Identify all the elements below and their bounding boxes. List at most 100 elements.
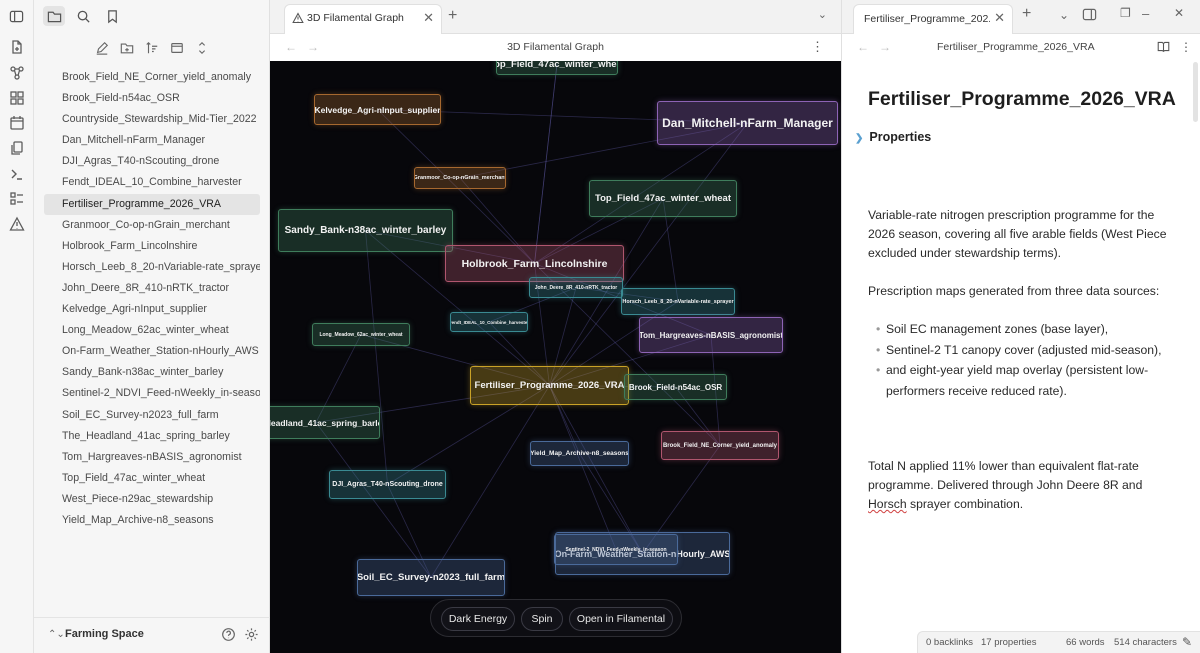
file-item[interactable]: The_Headland_41ac_spring_barley: [44, 426, 260, 447]
canvas-icon[interactable]: [9, 90, 25, 106]
edit-pencil-icon[interactable]: ✎: [1182, 635, 1192, 649]
left-ribbon: [0, 0, 34, 653]
file-item[interactable]: Long_Meadow_62ac_winter_wheat: [44, 320, 260, 341]
file-item[interactable]: West_Piece-n29ac_stewardship: [44, 489, 260, 510]
graph-node[interactable]: Top_Field_47ac_winter_wheat: [496, 61, 618, 75]
file-item[interactable]: John_Deere_8R_410-nRTK_tractor: [44, 278, 260, 299]
bookmark-icon[interactable]: [101, 6, 123, 26]
graph-node[interactable]: Horsch_Leeb_8_20-nVariable-rate_sprayer: [621, 288, 735, 315]
vault-switcher: ⌃⌄ Farming Space: [34, 617, 270, 653]
graph-node[interactable]: Brook_Field_NE_Corner_yield_anomaly: [661, 431, 779, 460]
tab-title: Fertiliser_Programme_202...: [864, 13, 990, 25]
file-item[interactable]: Sentinel-2_NDVI_Feed-nWeekly_in-season: [44, 383, 260, 404]
graph-node[interactable]: Fendt_IDEAL_10_Combine_harvester: [450, 312, 528, 332]
status-bar: 0 backlinks 17 properties 66 words 514 c…: [917, 631, 1200, 653]
tab-note[interactable]: Fertiliser_Programme_202... ✕: [853, 4, 1013, 34]
misspelled-word[interactable]: Horsch: [868, 497, 907, 511]
command-palette-icon[interactable]: [9, 166, 25, 182]
close-tab-icon[interactable]: ✕: [994, 10, 1005, 26]
graph-node[interactable]: Granmoor_Co-op-nGrain_merchant: [414, 167, 506, 189]
properties-toggle[interactable]: ❯ Properties: [855, 130, 931, 144]
close-tab-icon[interactable]: ✕: [423, 10, 434, 26]
note-content[interactable]: Fertiliser_Programme_2026_VRA ❯ Propertie…: [855, 86, 1180, 511]
chevron-down-icon[interactable]: ⌄: [818, 8, 827, 21]
file-list: Brook_Field_NE_Corner_yield_anomaly Brook…: [44, 67, 260, 531]
file-item[interactable]: Tom_Hargreaves-nBASIS_agronomist: [44, 447, 260, 468]
sidebar-right-toggle-icon[interactable]: [1082, 7, 1097, 25]
file-item[interactable]: Fendt_IDEAL_10_Combine_harvester: [44, 172, 260, 193]
note-view-title: Fertiliser_Programme_2026_VRA: [937, 41, 1095, 53]
note-scrollbar[interactable]: [1193, 62, 1198, 122]
word-count: 66 words: [1066, 637, 1105, 648]
graph-node[interactable]: Sandy_Bank-n38ac_winter_barley: [278, 209, 453, 252]
minimize-window-icon[interactable]: –: [1142, 6, 1149, 21]
file-item[interactable]: Soil_EC_Survey-n2023_full_farm: [44, 405, 260, 426]
back-arrow-icon[interactable]: ←: [857, 40, 869, 54]
paragraph-text: Total N applied 11% lower than equivalen…: [868, 459, 1143, 492]
auto-reveal-icon[interactable]: [167, 38, 186, 57]
bases-icon[interactable]: [9, 191, 25, 207]
new-tab-icon[interactable]: +: [448, 7, 457, 25]
graph-node[interactable]: Yield_Map_Archive-n8_seasons: [530, 441, 629, 466]
graph-node[interactable]: John_Deere_8R_410-nRTK_tractor: [529, 277, 623, 298]
file-item[interactable]: Brook_Field-n54ac_OSR: [44, 88, 260, 109]
graph-node[interactable]: Long_Meadow_62ac_winter_wheat: [312, 323, 410, 346]
file-item[interactable]: Horsch_Leeb_8_20-nVariable-rate_sprayer: [44, 257, 260, 278]
backlinks-count[interactable]: 0 backlinks: [926, 637, 973, 648]
forward-arrow-icon[interactable]: →: [879, 40, 891, 54]
file-item[interactable]: Sandy_Bank-n38ac_winter_barley: [44, 362, 260, 383]
graph-node[interactable]: DJI_Agras_T40-nScouting_drone: [329, 470, 446, 499]
daily-note-icon[interactable]: [9, 115, 25, 131]
graph-node[interactable]: Top_Field_47ac_winter_wheat: [589, 180, 737, 217]
file-item[interactable]: Top_Field_47ac_winter_wheat: [44, 468, 260, 489]
file-item[interactable]: On-Farm_Weather_Station-nHourly_AWS: [44, 341, 260, 362]
graph-node[interactable]: The_Headland_41ac_spring_barley: [270, 406, 380, 439]
dark-energy-button[interactable]: Dark Energy: [441, 607, 515, 631]
open-in-filamental-button[interactable]: Open in Filamental: [569, 607, 673, 631]
sidebar-toggle-icon[interactable]: [5, 6, 27, 26]
file-item[interactable]: Brook_Field_NE_Corner_yield_anomaly: [44, 67, 260, 88]
collapse-icon[interactable]: [192, 38, 211, 57]
note-paragraph: Variable-rate nitrogen prescription prog…: [868, 208, 1167, 260]
graph-view-icon[interactable]: [9, 65, 25, 81]
reading-view-icon[interactable]: [1157, 40, 1170, 56]
warning-icon[interactable]: [9, 216, 25, 232]
search-icon[interactable]: [72, 6, 94, 26]
graph-node[interactable]: Brook_Field-n54ac_OSR: [624, 374, 727, 400]
file-item[interactable]: Dan_Mitchell-nFarm_Manager: [44, 130, 260, 151]
more-options-icon[interactable]: ⋮: [1180, 40, 1192, 54]
file-item[interactable]: Fertiliser_Programme_2026_VRA: [44, 193, 260, 215]
graph-node[interactable]: Dan_Mitchell-nFarm_Manager: [657, 101, 838, 145]
new-folder-icon[interactable]: [117, 38, 136, 57]
graph-node[interactable]: Soil_EC_Survey-n2023_full_farm: [357, 559, 505, 596]
more-options-icon[interactable]: ⋮: [811, 39, 824, 55]
new-note-icon[interactable]: [92, 38, 111, 57]
file-item[interactable]: Countryside_Stewardship_Mid-Tier_2022: [44, 109, 260, 130]
file-item[interactable]: DJI_Agras_T40-nScouting_drone: [44, 151, 260, 172]
vault-chevron-icon[interactable]: ⌃⌄: [48, 629, 65, 640]
file-item[interactable]: Yield_Map_Archive-n8_seasons: [44, 510, 260, 531]
folder-icon[interactable]: [43, 6, 65, 26]
file-item[interactable]: Holbrook_Farm_Lincolnshire: [44, 236, 260, 257]
spin-button[interactable]: Spin: [521, 607, 563, 631]
new-tab-icon[interactable]: +: [1022, 5, 1031, 23]
vault-name[interactable]: Farming Space: [65, 628, 144, 640]
sort-icon[interactable]: [142, 38, 161, 57]
settings-gear-icon[interactable]: [244, 627, 260, 643]
close-window-icon[interactable]: ✕: [1174, 6, 1184, 20]
graph-link: [549, 385, 643, 554]
graph-node[interactable]: Fertiliser_Programme_2026_VRA: [470, 366, 629, 405]
help-icon[interactable]: [221, 627, 237, 643]
tab-3d-graph[interactable]: 3D Filamental Graph ✕: [284, 4, 442, 34]
graph-node[interactable]: Tom_Hargreaves-nBASIS_agronomist: [639, 317, 783, 353]
templates-icon[interactable]: [9, 140, 25, 156]
file-item[interactable]: Kelvedge_Agri-nInput_supplier: [44, 299, 260, 320]
graph-link: [315, 422, 432, 578]
graph-canvas[interactable]: Top_Field_47ac_winter_wheat Kelvedge_Agri…: [270, 61, 841, 653]
graph-node[interactable]: Sentinel-2_NDVI_Feed-nWeekly_in-season: [554, 534, 678, 565]
new-note-icon[interactable]: [9, 39, 25, 55]
file-item[interactable]: Granmoor_Co-op-nGrain_merchant: [44, 215, 260, 236]
restore-window-icon[interactable]: ❐: [1120, 6, 1131, 20]
chevron-down-icon[interactable]: ⌄: [1059, 8, 1069, 22]
graph-node[interactable]: Kelvedge_Agri-nInput_supplier: [314, 94, 441, 125]
